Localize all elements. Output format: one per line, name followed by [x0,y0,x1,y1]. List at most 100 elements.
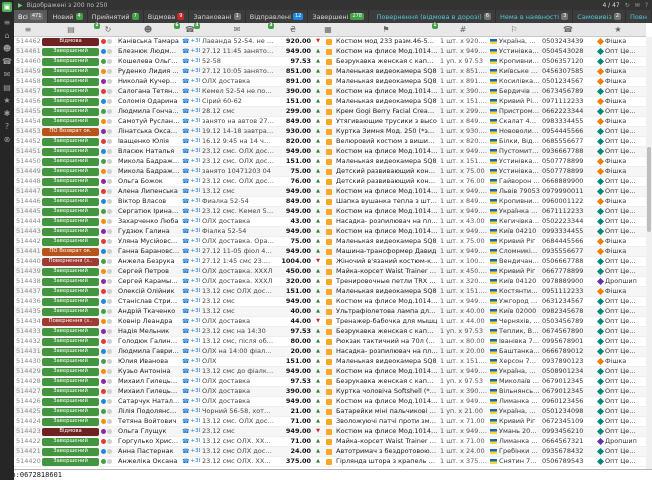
vertical-scrollbar[interactable] [646,37,652,469]
status-badge[interactable]: Завершений [42,228,99,236]
product-name[interactable]: Безрукавка женская с капюшо [334,327,438,336]
product-name[interactable]: Батарейки міні пальчикові АА [334,407,438,416]
status-badge[interactable]: Завершений [42,328,99,336]
contacts-icon[interactable]: ☻ [3,42,11,55]
refresh-icon[interactable]: ↻ [625,2,630,9]
order-row[interactable]: 514457 Завершений Салогана Тетяна Н ☎+38… [14,87,646,97]
order-row[interactable]: 514462 Відмова Канівська Тамара ☎+38 Лав… [14,37,646,47]
order-row[interactable]: 514427 Завершений Михаил Гилецький ☎+38 … [14,387,646,397]
order-row[interactable]: 514422 Завершений Горгулько Христина ☎+3… [14,437,646,447]
call-button[interactable]: ☎+38 [180,187,200,196]
order-row[interactable]: 514435 Завершений Андрій Ткаченко ☎+38 1… [14,307,646,317]
customer-name[interactable]: Горгулько Христина [116,437,180,446]
call-button[interactable]: ☎+38 [180,67,200,76]
order-row[interactable]: 514440 Повернення (з.. Анжела Безрука ☎+… [14,257,646,267]
order-row[interactable]: 514461 Завершений Блезнюк Людмила А ☎+38… [14,47,646,57]
product-name[interactable]: Машина-трансформер Давид [334,247,438,256]
call-button[interactable]: ☎+38 [180,417,200,426]
status-badge[interactable]: Завершений [42,68,99,76]
product-name[interactable]: Тренажер-бабочка для мышц [334,317,438,326]
favorites-icon[interactable]: ★ [3,94,10,107]
customer-name[interactable]: Кошелева Ольга Ар [116,57,180,66]
status-badge[interactable]: Завершений [42,418,99,426]
tab-нема-в-наявності[interactable]: Нема в наявності3 [496,10,573,23]
phone-icon[interactable]: ☎4 [180,23,200,36]
clients-icon[interactable]: ☻6 [116,23,180,36]
call-button[interactable]: ☎+38 [180,207,200,216]
call-button[interactable]: ☎+38 [180,327,200,336]
customer-name[interactable]: Ковнір Леандра [116,317,180,326]
order-row[interactable]: 514426 Завершений Сатарчук Наталія Гр ☎+… [14,397,646,407]
customer-name[interactable]: Іващенко Юлія [116,137,180,146]
menu-icon[interactable]: ≡ [4,16,11,29]
product-name[interactable]: Гірлянда штора з крапель 3х2 [334,457,438,466]
customer-name[interactable]: Николай Кучеренко [116,77,180,86]
customer-name[interactable]: Ольга Божок [116,177,180,186]
call-button[interactable]: ☎+38 [180,437,200,446]
status-badge[interactable]: Завершений [42,448,99,456]
call-button[interactable]: ☎+38 [180,167,200,176]
product-name[interactable]: Крем Gogi Berry Facial Cream*-9 [334,107,438,116]
call-button[interactable]: ☎+38 [180,57,200,66]
customer-name[interactable]: Станіслав Стрижак [116,297,180,306]
product-name[interactable]: Безрукавка женская с капюшо [334,57,438,66]
status-badge[interactable]: Завершений [42,388,99,396]
status-badge[interactable]: Завершений [42,48,99,56]
order-row[interactable]: 514425 Завершений Лілія Подолянська ☎+38… [14,407,646,417]
order-row[interactable]: 514433 Завершений Надія Мельник ☎+38 23.… [14,327,646,337]
product-name[interactable]: Костюм на флисе Мод.1014 (т [334,367,438,376]
status-badge[interactable]: Завершений [42,58,99,66]
status-badge[interactable]: ПО Возврат ок. [42,248,99,256]
order-row[interactable]: 514458 Завершений Николай Кучеренко ☎+38… [14,77,646,87]
calls-icon[interactable]: ☎ [2,55,12,68]
customer-name[interactable]: Віктор Власов [116,197,180,206]
call-button[interactable]: ☎+38 [180,117,200,126]
product-name[interactable]: Маленькая видеокамера SQ8 [334,157,438,166]
call-button[interactable]: ☎+38 [180,447,200,456]
customer-name[interactable]: Микола Бадражан [116,167,180,176]
status-badge[interactable]: Завершений [42,268,99,276]
status-badge[interactable]: Завершений [42,278,99,286]
call-button[interactable]: ☎+38 [180,157,200,166]
order-row[interactable]: 514436 Завершений Станіслав Стрижак ☎+38… [14,297,646,307]
order-row[interactable]: 514437 Завершений Олексій Олійник ☎+38 1… [14,287,646,297]
customer-name[interactable]: Сергатюк Ірина Ми [116,207,180,216]
logo-icon[interactable]: ▣ [2,2,12,12]
product-name[interactable]: Костюм на флисе Мод.1014 (т [334,297,438,306]
call-button[interactable]: ☎+38 [180,127,200,136]
status-badge[interactable]: Завершений [42,118,99,126]
order-row[interactable]: 514443 Завершений Гудзюк Галина ☎+38 Фіа… [14,227,646,237]
order-row[interactable]: 514424 Завершений Тетяна Войтович ☎+38 1… [14,417,646,427]
customer-name[interactable]: Анна Пастернак [116,447,180,456]
order-row[interactable]: 514448 Завершений Ольга Божок ☎+38 23.12… [14,177,646,187]
menu-icon[interactable]: ≡ [14,23,42,36]
status-badge[interactable]: Завершений [42,238,99,246]
call-button[interactable]: ☎+38 [180,307,200,316]
order-row[interactable]: 514441 ПО Возврат ок. Ганна Барановська … [14,247,646,257]
status-badge[interactable]: Завершений [42,348,99,356]
customer-name[interactable]: Сергей Петров [116,267,180,276]
logout-icon[interactable]: ⊗ [4,133,11,146]
order-row[interactable]: 514432 Завершений Голодюк Галина Вас ☎+3… [14,337,646,347]
call-button[interactable]: ☎+38 [180,267,200,276]
order-row[interactable]: 514456 Завершений Соломія Одарина ☎+38 С… [14,97,646,107]
status-badge[interactable]: Завершений [42,298,99,306]
status-badge[interactable]: Завершений [42,358,99,366]
customer-name[interactable]: Анжеліка Оксана [116,457,180,466]
product-name[interactable]: Костюм на флисе Мод.1014 (т [334,147,438,156]
source-icon[interactable]: ★ [596,23,640,36]
call-button[interactable]: ☎+38 [180,77,200,86]
tab-новий[interactable]: Новий4 [48,10,87,23]
status-filter-icon[interactable]: ▤2 [42,23,100,36]
refresh-icon[interactable]: ↻ [100,23,116,36]
product-name[interactable]: Рюкзак тактичний на 70л (бв) [334,337,438,346]
call-button[interactable]: ☎+38 [180,337,200,346]
status-badge[interactable]: Завершений [42,88,99,96]
call-button[interactable]: ☎+38 [180,367,200,376]
cart-icon[interactable]: ▦ [322,23,334,36]
call-button[interactable]: ☎+38 [180,217,200,226]
product-name[interactable]: Утягивающие трусики з высо [334,117,438,126]
tab-запаковані[interactable]: Запаковані1 [189,10,245,23]
product-name[interactable]: Костюм на флисе Мод.1014 (т [334,47,438,56]
status-badge[interactable]: Завершений [42,188,99,196]
